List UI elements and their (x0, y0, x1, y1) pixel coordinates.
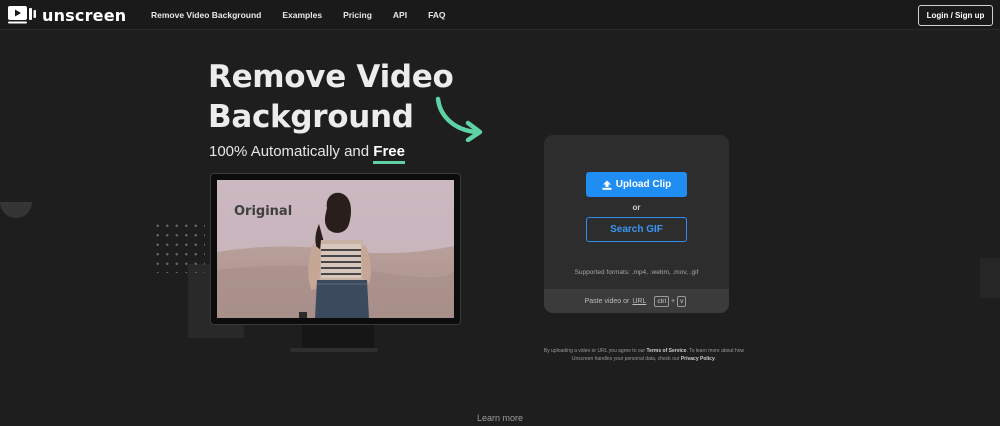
brand-logo[interactable]: unscreen (8, 5, 126, 25)
terms-text-1: By uploading a video or URL you agree to… (543, 348, 646, 354)
privacy-policy-link[interactable]: Privacy Policy (681, 356, 715, 362)
terms-of-service-link[interactable]: Terms of Service (647, 348, 687, 354)
key-plus: + (671, 297, 676, 305)
hero-subtitle: 100% Automatically and Free (209, 143, 405, 164)
monitor-stand-base (290, 348, 378, 352)
decorative-edge-block (980, 258, 1000, 298)
upload-clip-button[interactable]: Upload Clip (586, 172, 687, 197)
preview-video: Original (217, 180, 454, 318)
upload-clip-label: Upload Clip (615, 179, 672, 190)
preview-original-label: Original (234, 204, 293, 219)
paste-url-link[interactable]: URL (632, 298, 646, 305)
nav-link-pricing[interactable]: Pricing (343, 10, 372, 20)
nav-links: Remove Video Background Examples Pricing… (151, 0, 467, 30)
hero-title-line1: Remove Video (208, 59, 454, 95)
subtitle-prefix: 100% Automatically and (209, 143, 370, 160)
preview-image (217, 180, 454, 318)
or-separator: or (632, 203, 641, 212)
top-navigation: unscreen Remove Video Background Example… (0, 0, 1000, 30)
ctrl-key: ctrl (654, 295, 670, 307)
monitor-stand (302, 325, 374, 348)
play-screen-icon (8, 6, 36, 24)
terms-notice: By uploading a video or URL you agree to… (540, 347, 748, 363)
learn-more-link[interactable]: Learn more (0, 413, 1000, 423)
hero-title-line2: Background (208, 99, 414, 135)
hero-title: Remove Video Background (208, 57, 468, 137)
upload-panel: Upload Clip or Search GIF Supported form… (544, 135, 729, 313)
paste-prefix: Paste video or (584, 297, 630, 305)
nav-link-faq[interactable]: FAQ (428, 10, 445, 20)
login-signup-button[interactable]: Login / Sign up (918, 5, 993, 26)
decorative-dot-grid (153, 221, 205, 273)
preview-monitor: Original (210, 173, 461, 325)
search-gif-button[interactable]: Search GIF (586, 217, 687, 242)
upload-arrow-icon (602, 180, 612, 190)
brand-name: unscreen (42, 5, 127, 25)
v-key: v (677, 295, 687, 307)
nav-link-examples[interactable]: Examples (282, 10, 322, 20)
terms-text-3: . (714, 356, 717, 362)
paste-url-bar[interactable]: Paste video or URL ctrl + v (544, 289, 729, 313)
nav-link-api[interactable]: API (393, 10, 407, 20)
subtitle-free: Free (373, 143, 405, 164)
curved-arrow-icon (435, 96, 483, 142)
nav-link-remove-video-background[interactable]: Remove Video Background (151, 10, 261, 20)
supported-formats: Supported formats: .mp4, .webm, .mov, .g… (574, 269, 699, 276)
decorative-half-circle (0, 202, 32, 218)
